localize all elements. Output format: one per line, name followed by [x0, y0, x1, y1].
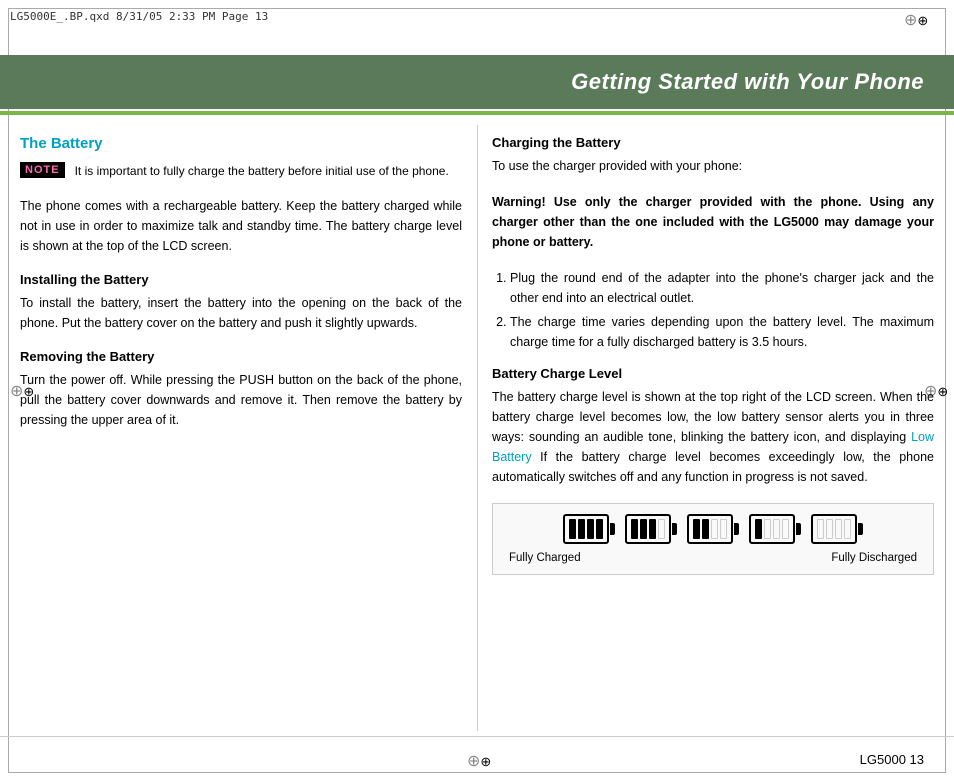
charging-step-2: The charge time varies depending upon th… [510, 312, 934, 352]
battery-empty-body [811, 514, 857, 544]
bar4-empty [844, 519, 851, 539]
battery-level-text2: If the battery charge level becomes exce… [492, 450, 934, 484]
bar3 [587, 519, 594, 539]
battery-2bars [687, 514, 739, 544]
battery-empty [811, 514, 863, 544]
bar1 [569, 519, 576, 539]
battery-labels: Fully Charged Fully Discharged [509, 552, 917, 564]
green-divider [0, 111, 954, 115]
battery-level-text: The battery charge level is shown at the… [492, 387, 934, 487]
charging-intro: To use the charger provided with your ph… [492, 156, 934, 176]
bar1 [631, 519, 638, 539]
bar4-empty [782, 519, 789, 539]
left-column: The Battery NOTE It is important to full… [20, 125, 462, 731]
battery-level-title: Battery Charge Level [492, 366, 934, 381]
bar2 [578, 519, 585, 539]
reg-mark-top-right: ⊕ [904, 10, 924, 30]
battery-icons-area: Fully Charged Fully Discharged [492, 503, 934, 575]
charging-steps: Plug the round end of the adapter into t… [492, 268, 934, 352]
title-banner: Getting Started with Your Phone [0, 55, 954, 109]
bar1 [755, 519, 762, 539]
battery-tip5 [858, 523, 863, 535]
battery-tip4 [796, 523, 801, 535]
bar2 [640, 519, 647, 539]
bar2-empty [826, 519, 833, 539]
bar3-empty [835, 519, 842, 539]
battery-3bars [625, 514, 677, 544]
bar1 [693, 519, 700, 539]
note-text: It is important to fully charge the batt… [75, 162, 449, 180]
removing-title: Removing the Battery [20, 349, 462, 364]
removing-text: Turn the power off. While pressing the P… [20, 370, 462, 430]
battery-full [563, 514, 615, 544]
bar2-empty [764, 519, 771, 539]
fully-discharged-label: Fully Discharged [831, 552, 917, 564]
battery-full-body [563, 514, 609, 544]
battery-1bar-body [749, 514, 795, 544]
battery-intro-text: The phone comes with a rechargeable batt… [20, 196, 462, 256]
battery-1bar [749, 514, 801, 544]
battery-icons-row [509, 514, 917, 544]
battery-section-title: The Battery [20, 135, 462, 152]
fully-charged-label: Fully Charged [509, 552, 581, 564]
installing-title: Installing the Battery [20, 272, 462, 287]
content-area: The Battery NOTE It is important to full… [20, 125, 934, 731]
bar3-empty [711, 519, 718, 539]
battery-tip3 [734, 523, 739, 535]
battery-2bars-body [687, 514, 733, 544]
charging-title: Charging the Battery [492, 135, 934, 150]
installing-text: To install the battery, insert the batte… [20, 293, 462, 333]
bar3-empty [773, 519, 780, 539]
bar4-empty [720, 519, 727, 539]
note-block: NOTE It is important to fully charge the… [20, 162, 462, 180]
bar4-empty [658, 519, 665, 539]
bar1-empty [817, 519, 824, 539]
charging-step-1: Plug the round end of the adapter into t… [510, 268, 934, 308]
footer: LG5000 13 [0, 736, 954, 781]
battery-tip2 [672, 523, 677, 535]
page-title: Getting Started with Your Phone [30, 69, 924, 95]
bar3 [649, 519, 656, 539]
bar4 [596, 519, 603, 539]
right-column: Charging the Battery To use the charger … [492, 125, 934, 731]
bar2 [702, 519, 709, 539]
battery-level-text1: The battery charge level is shown at the… [492, 390, 934, 444]
printer-header: LG5000E_.BP.qxd 8/31/05 2:33 PM Page 13 [10, 10, 268, 23]
charging-warning: Warning! Use only the charger provided w… [492, 192, 934, 252]
battery-tip1 [610, 523, 615, 535]
battery-3bars-body [625, 514, 671, 544]
note-label: NOTE [20, 162, 65, 178]
page-number: LG5000 13 [860, 752, 924, 767]
